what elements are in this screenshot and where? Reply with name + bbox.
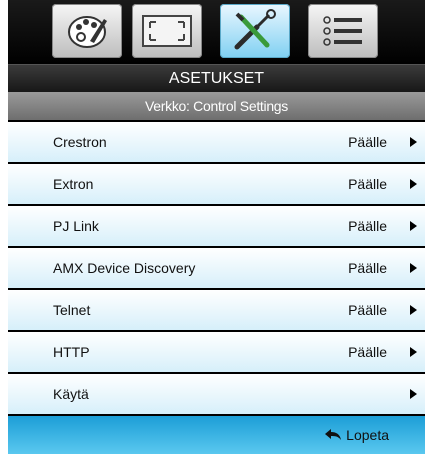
menu-item-amx-device-discovery[interactable]: AMX Device Discovery Päälle [8, 248, 425, 288]
menu-item-value: Päälle [348, 344, 387, 360]
tab-setup[interactable] [220, 4, 290, 58]
menu-item-label: AMX Device Discovery [53, 260, 196, 276]
display-settings-icon [142, 15, 192, 47]
arrow-right-icon [410, 179, 417, 189]
submenu-title: Verkko: Control Settings [8, 92, 425, 120]
tab-display[interactable] [132, 4, 202, 58]
menu-item-pj-link[interactable]: PJ Link Päälle [8, 206, 425, 246]
menu-item-crestron[interactable]: Crestron Päälle [8, 122, 425, 162]
arrow-right-icon [410, 263, 417, 273]
menu-item-value: Päälle [348, 302, 387, 318]
menu-item-label: Crestron [53, 134, 107, 150]
menu-item-value: Päälle [348, 218, 387, 234]
exit-label: Lopeta [346, 427, 389, 443]
menu-item-value: Päälle [348, 134, 387, 150]
menu-item-label: Telnet [53, 302, 91, 318]
menu-item-telnet[interactable]: Telnet Päälle [8, 290, 425, 330]
projector-osd-menu: ASETUKSET Verkko: Control Settings Crest… [8, 0, 425, 454]
menu-item-label: PJ Link [53, 218, 99, 234]
setup-tools-icon [234, 9, 276, 50]
arrow-right-icon [410, 389, 417, 399]
arrow-right-icon [410, 347, 417, 357]
options-list-icon [323, 16, 362, 46]
menu-footer: Lopeta [8, 416, 425, 454]
arrow-right-icon [410, 137, 417, 147]
return-arrow-icon [324, 428, 342, 442]
tab-options[interactable] [308, 4, 378, 58]
menu-item-http[interactable]: HTTP Päälle [8, 332, 425, 372]
arrow-right-icon [410, 221, 417, 231]
menu-item-extron[interactable]: Extron Päälle [8, 164, 425, 204]
arrow-right-icon [410, 305, 417, 315]
menu-item-label: Käytä [53, 386, 89, 402]
menu-tab-bar [8, 0, 425, 64]
image-settings-icon [68, 16, 107, 48]
menu-item-label: Extron [53, 176, 94, 192]
menu-item-label: HTTP [53, 344, 90, 360]
menu-item-value: Päälle [348, 176, 387, 192]
exit-button[interactable]: Lopeta [324, 416, 389, 454]
tab-image[interactable] [52, 4, 122, 58]
menu-item-value: Päälle [348, 260, 387, 276]
menu-item-apply[interactable]: Käytä [8, 374, 425, 414]
settings-list: Crestron Päälle Extron Päälle PJ Link Pä… [8, 122, 425, 416]
menu-title: ASETUKSET [8, 64, 425, 93]
